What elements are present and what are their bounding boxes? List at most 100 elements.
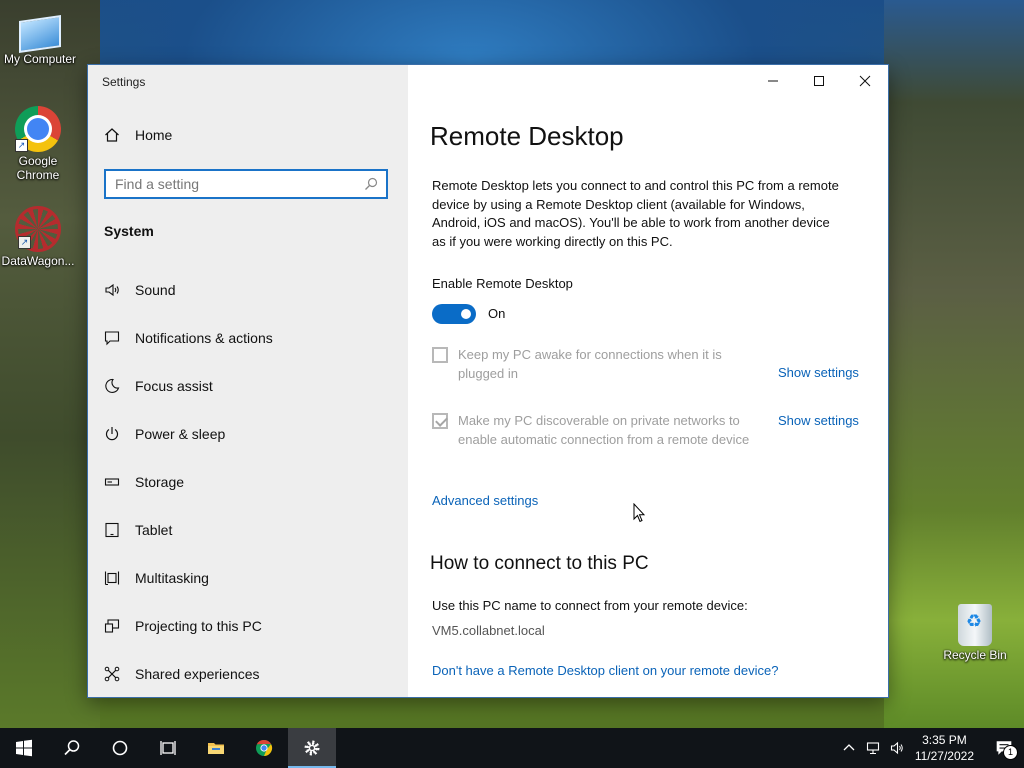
window-title: Settings	[102, 75, 146, 89]
toggle-state-label: On	[488, 306, 506, 321]
home-icon	[105, 128, 119, 142]
how-to-connect-text: Use this PC name to connect from your re…	[432, 598, 748, 613]
minimize-button[interactable]	[750, 65, 796, 97]
search-icon[interactable]	[364, 177, 378, 191]
shortcut-arrow-icon: ↗	[15, 139, 28, 152]
keep-awake-label: Keep my PC awake for connections when it…	[458, 347, 722, 381]
shared-experiences-icon	[104, 666, 120, 682]
settings-sidebar: Settings Home System Sound Notifications…	[88, 65, 408, 697]
task-view-icon	[160, 741, 176, 755]
desktop-icon-label: DataWagon...	[1, 254, 75, 268]
start-icon	[16, 739, 32, 757]
cortana-icon	[112, 740, 128, 756]
taskbar-clock[interactable]: 3:35 PM 11/27/2022	[915, 732, 974, 764]
desktop-icon-my-computer[interactable]: My Computer	[0, 10, 80, 66]
close-button[interactable]	[842, 65, 888, 97]
discoverable-label: Make my PC discoverable on private netwo…	[458, 413, 750, 447]
speaker-icon	[104, 282, 120, 298]
sidebar-item-label: Multitasking	[135, 570, 209, 586]
network-button[interactable]	[861, 741, 885, 755]
sidebar-item-power-sleep[interactable]: Power & sleep	[104, 410, 273, 458]
shortcut-arrow-icon: ↗	[18, 236, 31, 249]
desktop-icon-label: Google Chrome	[16, 154, 60, 182]
sidebar-item-label: Tablet	[135, 522, 173, 538]
sidebar-item-label: Storage	[135, 474, 185, 490]
page-title: Remote Desktop	[430, 121, 624, 151]
projecting-icon	[104, 618, 120, 634]
notification-icon	[104, 330, 120, 346]
taskbar: 3:35 PM 11/27/2022 1	[0, 728, 1024, 768]
task-view-button[interactable]	[144, 728, 192, 768]
desktop-icon-recycle-bin[interactable]: Recycle Bin	[935, 604, 1015, 662]
discoverable-show-settings-link[interactable]: Show settings	[778, 413, 859, 428]
maximize-button[interactable]	[796, 65, 842, 97]
sidebar-item-label: Focus assist	[135, 378, 213, 394]
sidebar-item-label: Home	[135, 127, 173, 143]
file-explorer-button[interactable]	[192, 728, 240, 768]
settings-taskbar-button[interactable]	[288, 728, 336, 768]
enable-remote-desktop-label: Enable Remote Desktop	[432, 276, 573, 291]
recycle-bin-icon	[958, 604, 992, 646]
desktop-icon-google-chrome[interactable]: ↗ Google Chrome	[0, 106, 78, 182]
network-icon	[866, 742, 879, 755]
maximize-icon	[814, 76, 824, 86]
section-title: System	[104, 223, 154, 239]
action-center-button[interactable]: 1	[984, 739, 1024, 760]
how-to-connect-heading: How to connect to this PC	[430, 553, 649, 574]
chrome-icon: ↗	[15, 106, 61, 152]
file-explorer-icon	[208, 743, 224, 754]
show-hidden-icons-button[interactable]	[837, 741, 861, 755]
search-input[interactable]	[106, 172, 364, 196]
volume-icon	[890, 741, 903, 755]
power-icon	[104, 426, 120, 442]
keep-awake-checkbox[interactable]	[432, 347, 448, 363]
taskbar-search-button[interactable]	[48, 728, 96, 768]
sidebar-item-tablet[interactable]: Tablet	[104, 506, 273, 554]
sidebar-item-shared-experiences[interactable]: Shared experiences	[104, 650, 273, 697]
remote-desktop-description: Remote Desktop lets you connect to and c…	[432, 178, 839, 249]
sidebar-item-label: Notifications & actions	[135, 330, 273, 346]
cortana-button[interactable]	[96, 728, 144, 768]
search-icon	[64, 740, 80, 756]
settings-icon	[304, 740, 320, 756]
sidebar-item-label: Power & sleep	[135, 426, 226, 442]
window-controls	[750, 65, 888, 97]
clock-date: 11/27/2022	[914, 749, 974, 763]
mouse-cursor-icon	[633, 503, 645, 523]
discoverable-option: Make my PC discoverable on private netwo…	[432, 412, 763, 449]
volume-button[interactable]	[885, 741, 909, 755]
chevron-up-icon	[843, 744, 855, 751]
chrome-taskbar-button[interactable]	[240, 728, 288, 768]
get-client-link[interactable]: Don't have a Remote Desktop client on yo…	[432, 663, 778, 678]
sidebar-item-storage[interactable]: Storage	[104, 458, 273, 506]
sidebar-item-focus-assist[interactable]: Focus assist	[104, 362, 273, 410]
toggle-knob	[461, 309, 471, 319]
tablet-icon	[104, 522, 120, 538]
clock-time: 3:35 PM	[922, 733, 967, 747]
sidebar-item-label: Shared experiences	[135, 666, 260, 682]
desktop-icon-datawagon[interactable]: ↗ DataWagon...	[0, 206, 78, 268]
enable-remote-desktop-toggle[interactable]	[432, 304, 476, 324]
sidebar-item-multitasking[interactable]: Multitasking	[104, 554, 273, 602]
desktop-icon-label: My Computer	[3, 52, 77, 66]
advanced-settings-link[interactable]: Advanced settings	[432, 493, 538, 508]
start-button[interactable]	[0, 728, 48, 768]
search-box	[104, 169, 388, 199]
discoverable-checkbox[interactable]	[432, 413, 448, 429]
keep-awake-show-settings-link[interactable]: Show settings	[778, 365, 859, 380]
pc-name-value: VM5.collabnet.local	[432, 623, 545, 638]
sidebar-item-home[interactable]: Home	[104, 127, 172, 143]
sidebar-item-notifications[interactable]: Notifications & actions	[104, 314, 273, 362]
multitasking-icon	[104, 570, 120, 586]
desktop-icon-label: Recycle Bin	[943, 648, 1007, 662]
sidebar-item-projecting[interactable]: Projecting to this PC	[104, 602, 273, 650]
sidebar-item-sound[interactable]: Sound	[104, 266, 273, 314]
minimize-icon	[768, 80, 778, 82]
settings-content: Remote Desktop Remote Desktop lets you c…	[408, 65, 888, 697]
sidebar-nav: Sound Notifications & actions Focus assi…	[104, 266, 273, 697]
settings-window: Settings Home System Sound Notifications…	[88, 65, 888, 697]
sidebar-item-label: Projecting to this PC	[135, 618, 262, 634]
keep-awake-option: Keep my PC awake for connections when it…	[432, 346, 763, 383]
sidebar-item-label: Sound	[135, 282, 176, 298]
close-icon	[859, 75, 871, 87]
